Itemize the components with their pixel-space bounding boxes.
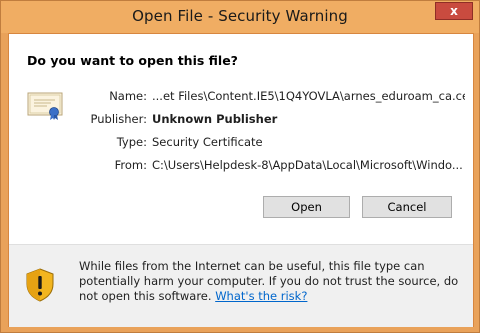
name-row: Name: ...et Files\Content.IE5\1Q4YOVLA\a… <box>9 89 473 105</box>
type-label: Type: <box>116 135 147 149</box>
dialog-window: Open File - Security Warning x Do you wa… <box>0 0 480 333</box>
type-row: Type: Security Certificate <box>9 135 473 151</box>
close-icon: x <box>450 4 458 18</box>
name-label: Name: <box>109 89 147 103</box>
cancel-button[interactable]: Cancel <box>362 196 452 218</box>
shield-warning-icon <box>26 268 54 302</box>
publisher-row: Publisher: Unknown Publisher <box>9 112 473 128</box>
name-value: ...et Files\Content.IE5\1Q4YOVLA\arnes_e… <box>152 89 465 103</box>
from-label: From: <box>114 158 147 172</box>
warning-message: While files from the Internet can be use… <box>79 259 464 304</box>
window-title: Open File - Security Warning <box>132 7 348 25</box>
dialog-body: Do you want to open this file? Name: ...… <box>8 33 474 327</box>
title-bar[interactable]: Open File - Security Warning x <box>1 1 479 33</box>
close-button[interactable]: x <box>435 2 473 20</box>
question-heading: Do you want to open this file? <box>27 53 238 68</box>
type-value: Security Certificate <box>152 135 263 149</box>
open-button[interactable]: Open <box>263 196 350 218</box>
from-value: C:\Users\Helpdesk-8\AppData\Local\Micros… <box>152 158 463 172</box>
whats-the-risk-link[interactable]: What's the risk? <box>215 289 307 303</box>
warning-footer: While files from the Internet can be use… <box>9 244 473 327</box>
publisher-label: Publisher: <box>90 112 147 126</box>
from-row: From: C:\Users\Helpdesk-8\AppData\Local\… <box>9 158 473 174</box>
publisher-value: Unknown Publisher <box>152 112 278 126</box>
